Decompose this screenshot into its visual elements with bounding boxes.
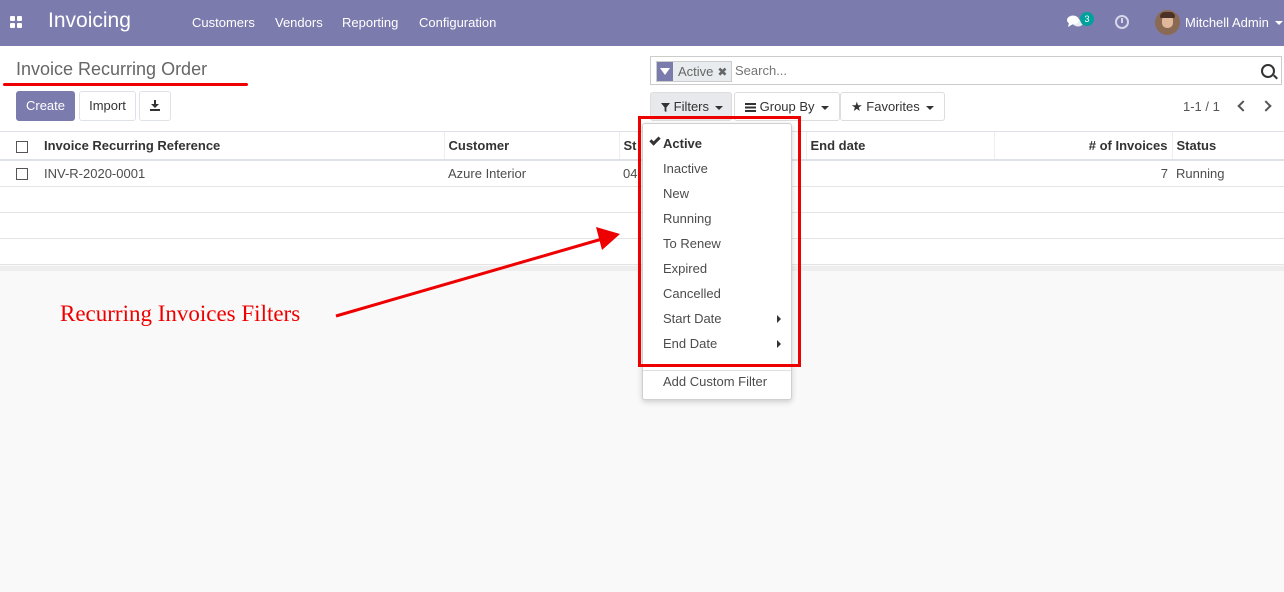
star-icon: ★ [851, 99, 863, 114]
pager-previous-icon[interactable] [1237, 100, 1249, 112]
activity-clock-icon[interactable] [1115, 15, 1129, 29]
select-all-checkbox[interactable] [16, 140, 28, 153]
pager-next-icon[interactable] [1260, 100, 1272, 112]
favorites-dropdown-button[interactable]: ★ Favorites [840, 92, 945, 121]
cell-reference[interactable]: INV-R-2020-0001 [40, 160, 444, 187]
facet-label: Active [678, 64, 714, 79]
chevron-down-icon [715, 105, 724, 110]
annotation-highlight-box [638, 116, 801, 367]
chevron-down-icon [820, 105, 829, 110]
top-navbar: Invoicing Customers Vendors Reporting Co… [0, 0, 1284, 46]
cell-customer[interactable]: Azure Interior [444, 160, 619, 187]
favorites-label: Favorites [866, 99, 920, 114]
header-reference[interactable]: Invoice Recurring Reference [40, 132, 445, 161]
download-button[interactable] [139, 91, 171, 121]
header-status[interactable]: Status [1172, 132, 1284, 161]
menu-reporting[interactable]: Reporting [342, 15, 398, 30]
cell-end-date[interactable] [806, 160, 994, 187]
menu-customers[interactable]: Customers [192, 15, 255, 30]
search-input[interactable] [735, 63, 1255, 78]
select-all-cell [0, 132, 40, 161]
user-menu-name[interactable]: Mitchell Admin [1185, 15, 1269, 30]
add-custom-filter[interactable]: Add Custom Filter [663, 374, 767, 389]
annotation-label: Recurring Invoices Filters [60, 301, 301, 326]
menu-vendors[interactable]: Vendors [275, 15, 323, 30]
search-icon[interactable] [1261, 64, 1275, 78]
user-avatar[interactable] [1155, 10, 1180, 35]
user-menu-caret-icon[interactable] [1275, 21, 1283, 25]
annotation-underline [3, 83, 248, 86]
cell-invoice-count[interactable]: 7 [994, 160, 1172, 187]
header-end-date[interactable]: End date [806, 132, 995, 161]
app-title[interactable]: Invoicing [48, 9, 131, 33]
facet-remove-icon[interactable]: ✖ [717, 65, 731, 79]
chevron-down-icon [925, 105, 934, 110]
import-button[interactable]: Import [79, 91, 136, 121]
menu-configuration[interactable]: Configuration [419, 15, 496, 30]
header-customer[interactable]: Customer [444, 132, 620, 161]
cell-status[interactable]: Running [1172, 160, 1284, 187]
apps-menu-icon[interactable] [10, 16, 22, 28]
header-invoice-count[interactable]: # of Invoices [994, 132, 1173, 161]
dropdown-divider [643, 370, 791, 371]
search-bar[interactable]: Active ✖ [650, 56, 1282, 85]
annotation-arrow-icon [335, 227, 620, 318]
create-button[interactable]: Create [16, 91, 75, 121]
active-filter-facet[interactable]: Active ✖ [656, 61, 733, 82]
row-select-cell [0, 160, 40, 187]
filters-label: Filters [673, 99, 710, 114]
group-by-label: Group By [759, 99, 815, 114]
pager-value[interactable]: 1-1 / 1 [1183, 99, 1220, 114]
filter-icon [661, 103, 670, 113]
filter-facet-icon [657, 62, 673, 81]
page-title: Invoice Recurring Order [16, 59, 208, 79]
row-checkbox[interactable] [16, 168, 28, 181]
download-icon [150, 100, 160, 111]
message-count-badge: 3 [1080, 12, 1094, 26]
list-bars-icon [745, 103, 756, 113]
